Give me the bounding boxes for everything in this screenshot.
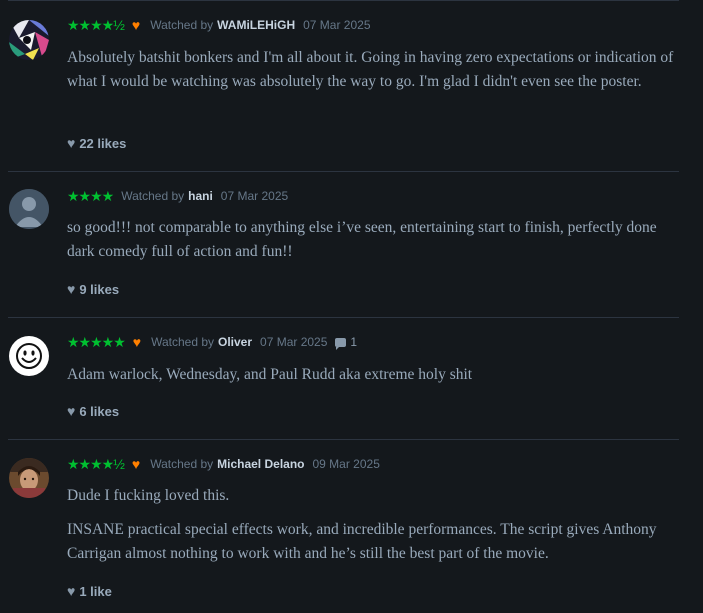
- divider: [8, 171, 679, 172]
- review-body: so good!!! not comparable to anything el…: [67, 216, 677, 274]
- username-link[interactable]: WAMiLEHiGH: [217, 18, 295, 32]
- username-link[interactable]: Oliver: [218, 335, 252, 349]
- review-paragraph: Dude I fucking loved this.: [67, 487, 230, 504]
- review-date[interactable]: 07 Mar 2025: [303, 18, 370, 32]
- heart-icon: ♥: [67, 583, 76, 599]
- review-body: Adam warlock, Wednesday, and Paul Rudd a…: [67, 363, 677, 397]
- comment-icon: [335, 337, 347, 350]
- likes-count: 22 likes: [79, 135, 127, 151]
- rating-stars: ★★★★★: [67, 333, 126, 350]
- liked-heart-icon: ♥: [131, 17, 141, 33]
- like-button[interactable]: ♥ 6 likes: [67, 402, 119, 420]
- like-button[interactable]: ♥ 1 like: [67, 582, 112, 600]
- default-avatar-icon: [9, 189, 49, 229]
- review-paragraph: Adam warlock, Wednesday, and Paul Rudd a…: [67, 366, 473, 383]
- review-meta: ★★★★ Watched by hani 07 Mar 2025: [67, 187, 296, 205]
- photo-avatar-icon: [9, 458, 49, 498]
- review-paragraph: INSANE practical special effects work, a…: [67, 521, 657, 562]
- like-button[interactable]: ♥ 22 likes: [67, 134, 126, 152]
- watched-by-label: Watched by: [150, 457, 214, 471]
- liked-heart-icon: ♥: [131, 456, 141, 472]
- review-body: Absolutely batshit bonkers and I'm all a…: [67, 46, 677, 104]
- heart-icon: ♥: [67, 281, 76, 297]
- likes-count: 9 likes: [79, 281, 120, 297]
- watched-by-label: Watched by: [150, 18, 214, 32]
- comments-link[interactable]: 1: [335, 335, 358, 350]
- username-link[interactable]: Michael Delano: [217, 457, 304, 471]
- divider: [8, 439, 679, 440]
- review-body: Dude I fucking loved this. INSANE practi…: [67, 484, 677, 576]
- likes-count: 6 likes: [79, 403, 120, 419]
- review-meta: ★★★★½ ♥ Watched by Michael Delano 09 Mar…: [67, 455, 388, 473]
- rating-stars: ★★★★½: [67, 455, 125, 472]
- likes-count: 1 like: [79, 583, 112, 599]
- abstract-avatar-icon: [9, 20, 49, 60]
- review-paragraph: so good!!! not comparable to anything el…: [67, 219, 657, 260]
- divider: [8, 317, 679, 318]
- review-date[interactable]: 07 Mar 2025: [221, 189, 288, 203]
- like-button[interactable]: ♥ 9 likes: [67, 280, 119, 298]
- review-meta: ★★★★½ ♥ Watched by WAMiLEHiGH 07 Mar 202…: [67, 16, 379, 34]
- username-link[interactable]: hani: [188, 189, 213, 203]
- divider: [8, 0, 679, 1]
- review-date[interactable]: 09 Mar 2025: [312, 457, 379, 471]
- comment-count: 1: [350, 335, 358, 349]
- watched-by-label: Watched by: [121, 189, 185, 203]
- avatar[interactable]: [9, 336, 49, 376]
- smiley-avatar-icon: [9, 336, 49, 376]
- avatar[interactable]: [9, 458, 49, 498]
- watched-by-label: Watched by: [151, 335, 214, 349]
- review-meta: ★★★★★ ♥ Watched by Oliver 07 Mar 2025 1: [67, 333, 357, 351]
- heart-icon: ♥: [67, 403, 76, 419]
- review-date[interactable]: 07 Mar 2025: [260, 335, 327, 349]
- rating-stars: ★★★★: [67, 187, 114, 204]
- avatar[interactable]: [9, 20, 49, 60]
- heart-icon: ♥: [67, 135, 76, 151]
- review-paragraph: Absolutely batshit bonkers and I'm all a…: [67, 49, 674, 90]
- avatar[interactable]: [9, 189, 49, 229]
- rating-stars: ★★★★½: [67, 16, 125, 33]
- liked-heart-icon: ♥: [132, 334, 142, 350]
